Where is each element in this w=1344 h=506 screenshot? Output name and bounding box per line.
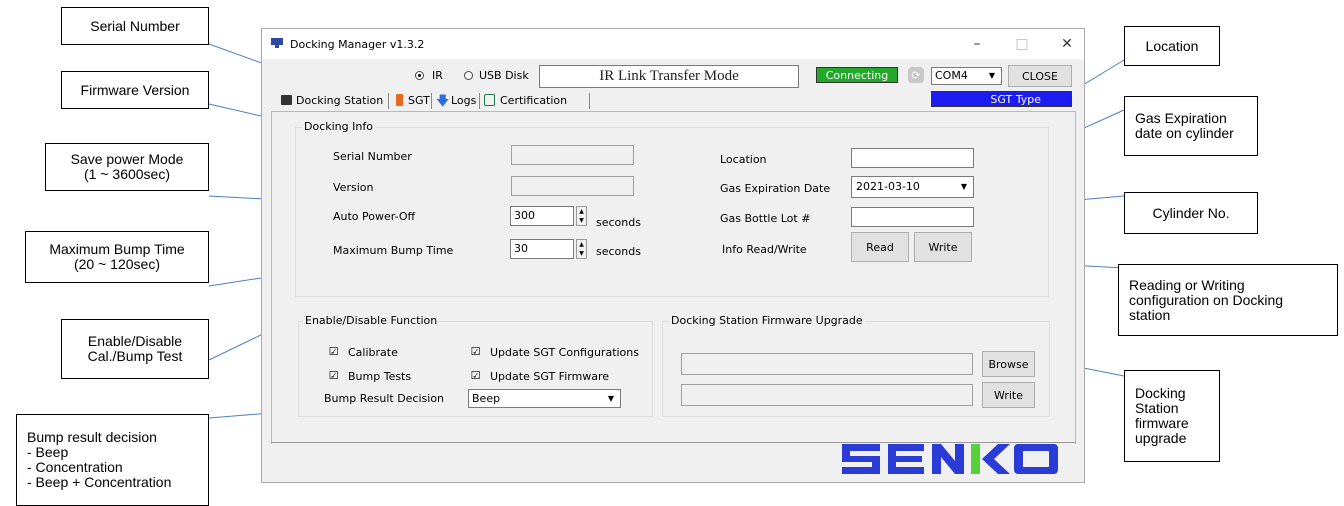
seconds-unit-label: seconds xyxy=(596,216,641,229)
title-bar: Docking Manager v1.3.2 – □ ✕ xyxy=(262,29,1084,59)
close-connection-button[interactable]: CLOSE xyxy=(1008,65,1072,87)
write-info-button[interactable]: Write xyxy=(914,232,972,262)
chevron-down-icon: ▼ xyxy=(960,182,968,191)
senko-logo xyxy=(840,437,1078,481)
bump-tests-label: Bump Tests xyxy=(348,370,412,383)
version-label: Version xyxy=(333,181,374,194)
tab-divider xyxy=(479,93,480,109)
radio-ir-label: IR xyxy=(432,69,443,82)
calibrate-label: Calibrate xyxy=(348,346,398,359)
update-sgt-config-label: Update SGT Configurations xyxy=(490,346,639,359)
callout-fw-upgrade: Docking Station firmware upgrade xyxy=(1124,370,1220,462)
tab-logs[interactable]: Logs xyxy=(451,94,476,107)
update-sgt-firmware-checkbox[interactable]: ☑ xyxy=(470,370,481,381)
callout-location: Location xyxy=(1124,26,1220,66)
serial-number-field xyxy=(511,145,634,165)
max-bump-time-input[interactable]: 30 xyxy=(510,239,574,259)
tab-divider xyxy=(388,93,389,109)
update-sgt-firmware-label: Update SGT Firmware xyxy=(490,370,610,383)
location-label: Location xyxy=(720,153,767,166)
version-field xyxy=(511,176,634,196)
read-button[interactable]: Read xyxy=(851,232,909,262)
app-icon xyxy=(271,38,283,48)
bump-result-decision-select[interactable]: Beep ▼ xyxy=(468,389,621,408)
auto-power-off-input[interactable]: 300 xyxy=(510,206,574,226)
serial-number-label: Serial Number xyxy=(333,150,412,163)
update-sgt-config-checkbox[interactable]: ☑ xyxy=(470,346,481,357)
minimize-button[interactable]: – xyxy=(962,33,992,55)
window-title: Docking Manager v1.3.2 xyxy=(290,38,425,51)
tab-sgt[interactable]: SGT xyxy=(408,94,430,107)
location-input[interactable] xyxy=(851,148,974,168)
window-close-button[interactable]: ✕ xyxy=(1052,33,1082,55)
refresh-icon[interactable]: ⟳ xyxy=(908,67,924,83)
chevron-down-icon: ▼ xyxy=(607,393,615,403)
docking-manager-window: Docking Manager v1.3.2 – □ ✕ IR USB Disk… xyxy=(261,28,1085,483)
bump-result-decision-label: Bump Result Decision xyxy=(324,392,445,405)
write-firmware-button[interactable]: Write xyxy=(982,382,1035,408)
callout-gas-expiration: Gas Expiration date on cylinder xyxy=(1124,96,1258,156)
callout-read-write: Reading or Writing configuration on Dock… xyxy=(1118,264,1338,336)
seconds-unit-label: seconds xyxy=(596,245,641,258)
com-port-select[interactable]: COM4 ▼ xyxy=(931,67,1002,85)
firmware-progress-field xyxy=(681,384,973,406)
auto-power-off-label: Auto Power-Off xyxy=(333,210,416,223)
bump-result-decision-value: Beep xyxy=(472,392,501,405)
firmware-upgrade-label: Docking Station Firmware Upgrade xyxy=(669,314,865,327)
docking-station-icon xyxy=(281,95,292,105)
info-read-write-label: Info Read/Write xyxy=(722,243,807,256)
connection-status-badge: Connecting xyxy=(816,67,898,83)
callout-firmware-version: Firmware Version xyxy=(61,71,209,109)
gas-expiration-label: Gas Expiration Date xyxy=(720,182,831,195)
tab-docking-station[interactable]: Docking Station xyxy=(296,94,383,107)
docking-info-label: Docking Info xyxy=(302,120,375,133)
sgt-type-indicator: SGT Type xyxy=(931,91,1072,107)
chevron-down-icon: ▼ xyxy=(988,71,996,80)
calibrate-checkbox[interactable]: ☑ xyxy=(328,346,339,357)
gas-bottle-lot-input[interactable] xyxy=(851,207,974,227)
auto-power-off-spinner[interactable]: ▲ ▼ xyxy=(576,206,587,226)
senko-logo-mark xyxy=(842,444,1058,474)
callout-save-power: Save power Mode (1 ~ 3600sec) xyxy=(45,143,209,191)
enable-disable-function-label: Enable/Disable Function xyxy=(303,314,440,327)
gas-bottle-lot-label: Gas Bottle Lot # xyxy=(720,212,811,225)
radio-ir[interactable] xyxy=(415,71,424,80)
firmware-file-path-field xyxy=(681,353,973,375)
callout-max-bump: Maximum Bump Time (20 ~ 120sec) xyxy=(25,231,209,283)
certificate-icon xyxy=(484,94,495,106)
maximize-button[interactable]: □ xyxy=(1007,33,1037,55)
max-bump-time-spinner[interactable]: ▲ ▼ xyxy=(576,239,587,259)
max-bump-time-label: Maximum Bump Time xyxy=(333,244,454,257)
sgt-device-icon xyxy=(396,94,403,106)
callout-enable-disable: Enable/Disable Cal./Bump Test xyxy=(61,319,209,379)
tab-certification[interactable]: Certification xyxy=(500,94,567,107)
callout-serial-number: Serial Number xyxy=(61,7,209,45)
bump-tests-checkbox[interactable]: ☑ xyxy=(328,370,339,381)
browse-button[interactable]: Browse xyxy=(982,351,1035,377)
callout-cylinder-no: Cylinder No. xyxy=(1124,192,1258,234)
transfer-mode-display: IR Link Transfer Mode xyxy=(539,65,799,88)
com-port-value: COM4 xyxy=(935,69,968,82)
tab-divider xyxy=(431,93,432,109)
gas-expiration-date-picker[interactable]: 2021-03-10 ▼ xyxy=(851,176,974,198)
tab-divider xyxy=(589,93,590,109)
gas-expiration-value: 2021-03-10 xyxy=(856,180,920,193)
radio-usb-label: USB Disk xyxy=(479,69,529,82)
radio-usb-disk[interactable] xyxy=(464,71,473,80)
callout-bump-result: Bump result decision - Beep - Concentrat… xyxy=(16,414,209,506)
